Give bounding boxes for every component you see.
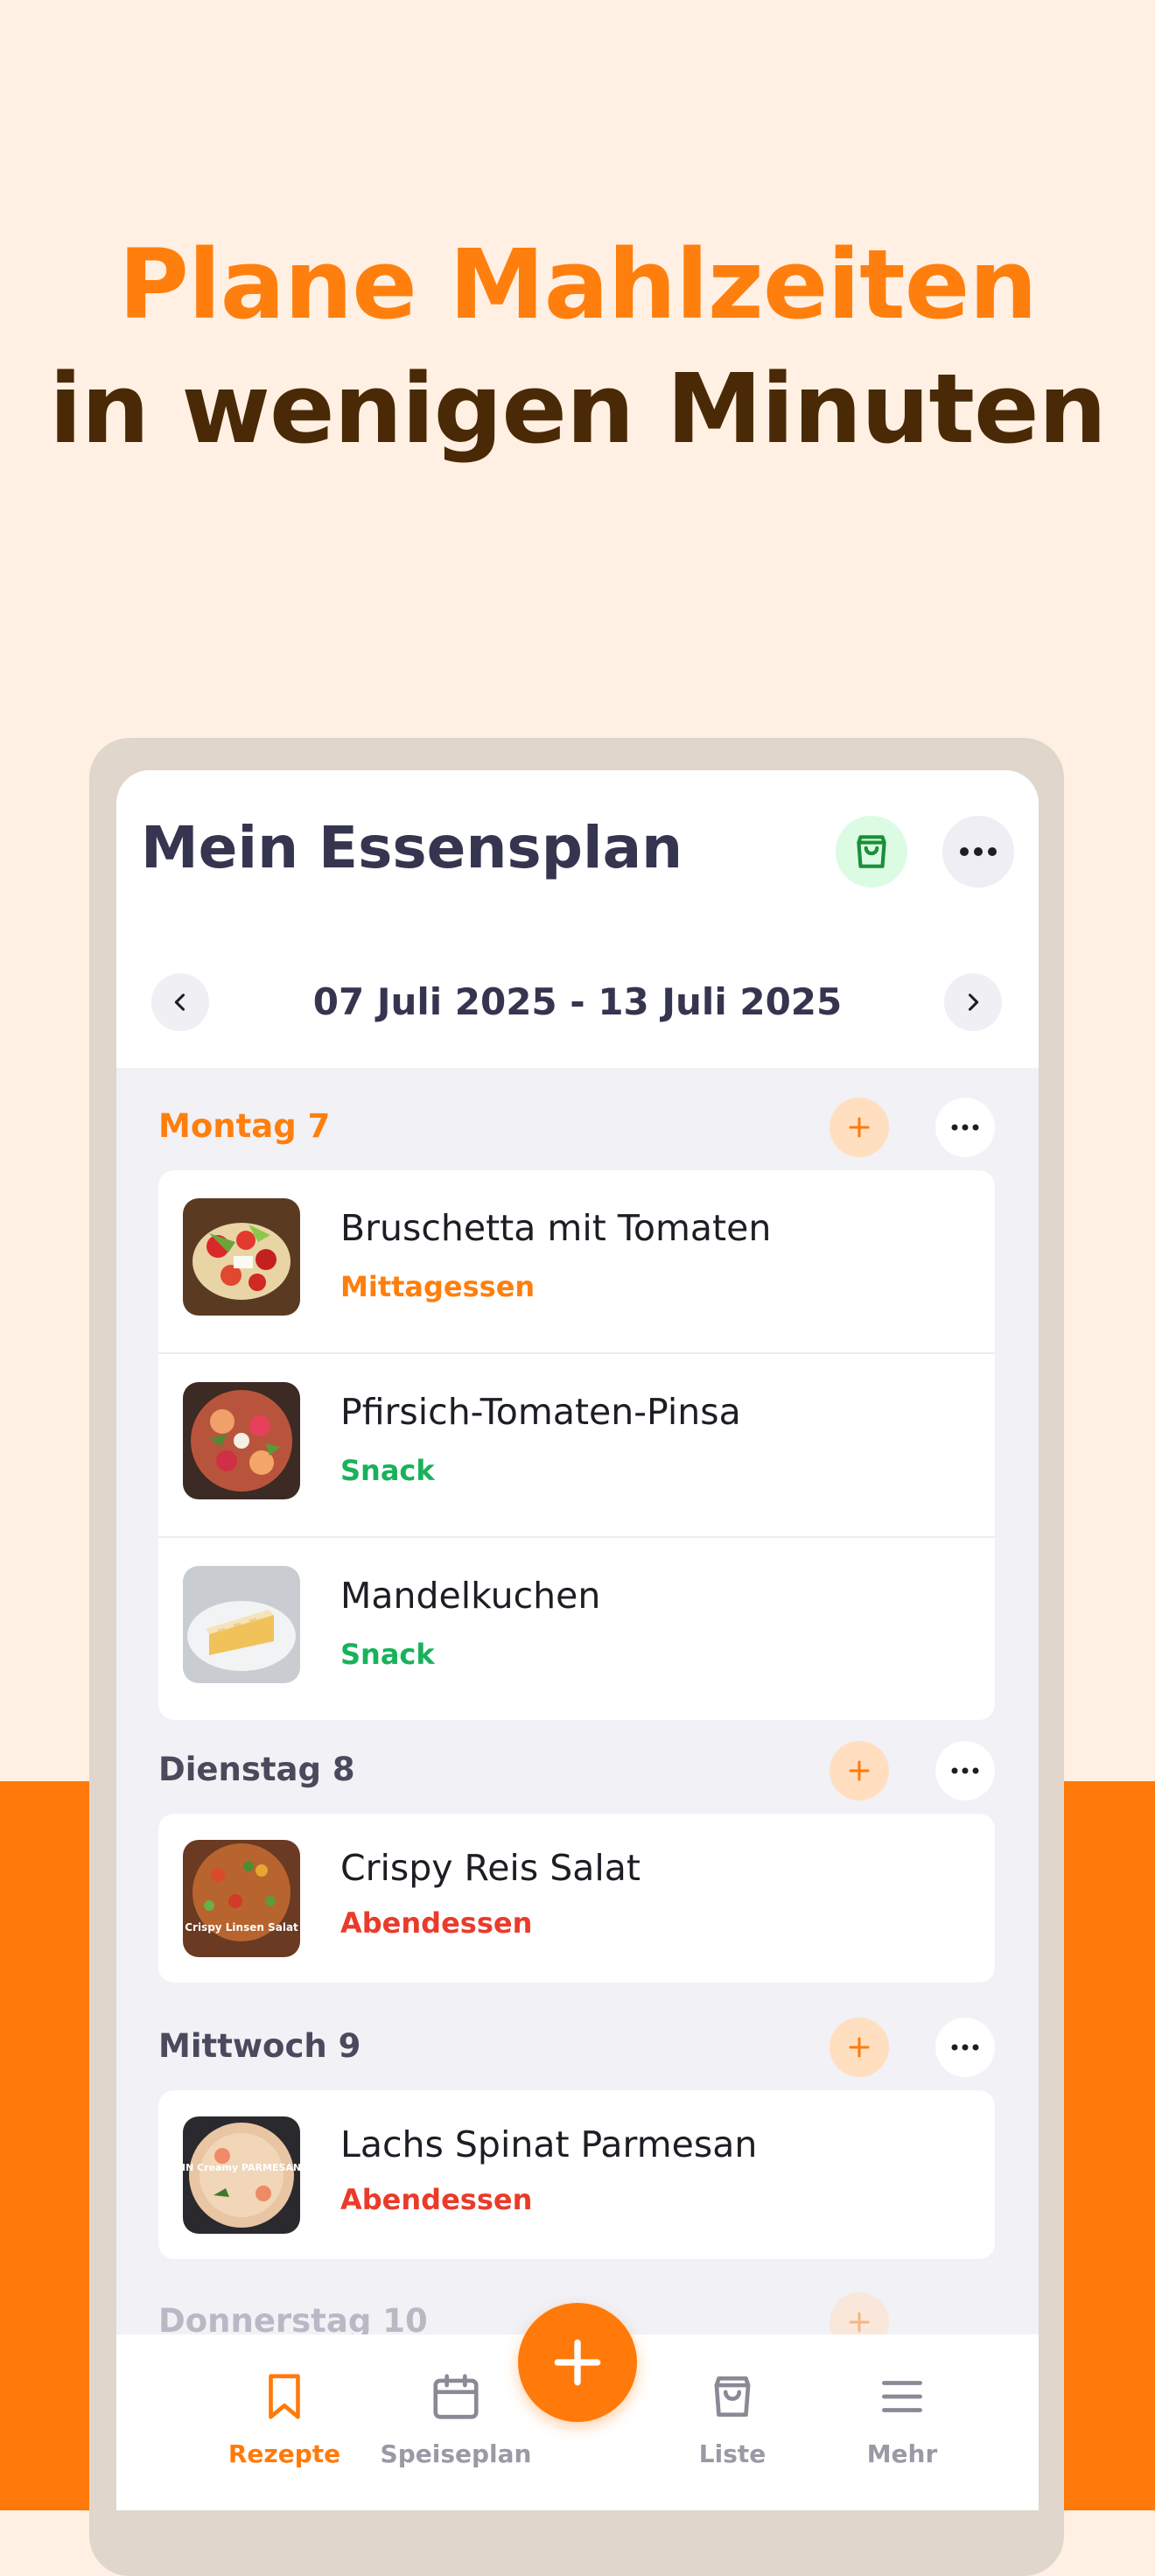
meal-thumbnail: LACHS IN Creamy PARMESAN SAUCE bbox=[183, 2116, 300, 2234]
meal-name: Bruschetta mit Tomaten bbox=[340, 1207, 772, 1249]
meal-type: Snack bbox=[340, 1638, 435, 1671]
shopping-bag-icon bbox=[857, 835, 886, 868]
ellipsis-icon bbox=[960, 847, 997, 856]
add-meal-button[interactable] bbox=[830, 1098, 889, 1157]
hero-headline: Plane Mahlzeiten in wenigen Minuten bbox=[0, 223, 1155, 473]
meal-item[interactable]: Mandelkuchen Snack bbox=[158, 1538, 995, 1720]
ellipsis-icon bbox=[951, 1767, 979, 1774]
meal-name: Mandelkuchen bbox=[340, 1575, 601, 1617]
next-week-button[interactable] bbox=[944, 973, 1002, 1031]
meal-card: Bruschetta mit Tomaten Mittagessen Pfirs… bbox=[158, 1170, 995, 1720]
tab-mehr[interactable]: Mehr bbox=[823, 2369, 981, 2468]
meal-card: LACHS IN Creamy PARMESAN SAUCE Lachs Spi… bbox=[158, 2090, 995, 2259]
day-header-mittwoch: Mittwoch 9 bbox=[158, 2027, 361, 2065]
meal-card: Crispy Linsen Salat Crispy Reis Salat Ab… bbox=[158, 1814, 995, 1983]
meal-type: Abendessen bbox=[340, 2183, 533, 2216]
tab-rezepte[interactable]: Rezepte bbox=[206, 2369, 363, 2468]
meal-name: Pfirsich-Tomaten-Pinsa bbox=[340, 1391, 741, 1433]
ellipsis-icon bbox=[951, 2044, 979, 2051]
shopping-list-button[interactable] bbox=[836, 816, 907, 888]
day-header-montag: Montag 7 bbox=[158, 1107, 331, 1145]
meal-thumbnail bbox=[183, 1198, 300, 1316]
meal-type: Snack bbox=[340, 1454, 435, 1487]
more-options-button[interactable] bbox=[942, 816, 1014, 888]
day-options-button[interactable] bbox=[935, 1741, 995, 1800]
meal-name: Lachs Spinat Parmesan bbox=[340, 2123, 758, 2165]
headline-line-1: Plane Mahlzeiten bbox=[118, 228, 1037, 340]
day-options-button[interactable] bbox=[935, 1098, 995, 1157]
tab-label: Speiseplan bbox=[380, 2439, 532, 2468]
tab-label: Liste bbox=[698, 2439, 766, 2468]
bottom-navigation: Rezepte Speiseplan Liste Mehr bbox=[116, 2303, 1039, 2510]
headline-line-2: in wenigen Minuten bbox=[49, 353, 1107, 465]
calendar-icon bbox=[433, 2374, 479, 2419]
svg-text:LACHS IN Creamy PARMESAN SAUCE: LACHS IN Creamy PARMESAN SAUCE bbox=[183, 2162, 300, 2173]
day-header-dienstag: Dienstag 8 bbox=[158, 1751, 355, 1788]
ellipsis-icon bbox=[951, 1124, 979, 1131]
plus-icon bbox=[849, 2037, 870, 2058]
week-range: 07 Juli 2025 - 13 Juli 2025 bbox=[312, 980, 843, 1023]
chevron-right-icon bbox=[968, 993, 979, 1011]
tab-label: Mehr bbox=[866, 2439, 938, 2468]
menu-icon bbox=[882, 2381, 922, 2412]
meal-item[interactable]: LACHS IN Creamy PARMESAN SAUCE Lachs Spi… bbox=[158, 2090, 995, 2259]
add-meal-button[interactable] bbox=[830, 2018, 889, 2077]
meal-type: Abendessen bbox=[340, 1906, 533, 1940]
tab-label: Rezepte bbox=[228, 2439, 341, 2468]
meal-name: Crispy Reis Salat bbox=[340, 1847, 640, 1889]
day-options-button[interactable] bbox=[935, 2018, 995, 2077]
add-fab-button[interactable] bbox=[518, 2303, 637, 2422]
meal-thumbnail: Crispy Linsen Salat bbox=[183, 1840, 300, 1957]
plus-icon bbox=[849, 2312, 870, 2333]
page-title: Mein Essensplan bbox=[141, 814, 683, 881]
meal-thumbnail bbox=[183, 1566, 300, 1683]
plus-icon bbox=[554, 2339, 601, 2386]
tab-speiseplan[interactable]: Speiseplan bbox=[377, 2369, 535, 2468]
tab-liste[interactable]: Liste bbox=[654, 2369, 811, 2468]
meal-item[interactable]: Pfirsich-Tomaten-Pinsa Snack bbox=[158, 1354, 995, 1538]
add-meal-button[interactable] bbox=[830, 1741, 889, 1800]
meal-type: Mittagessen bbox=[340, 1270, 536, 1303]
plus-icon bbox=[849, 1760, 870, 1781]
meal-item[interactable]: Crispy Linsen Salat Crispy Reis Salat Ab… bbox=[158, 1814, 995, 1983]
app-header: Mein Essensplan 07 Juli 2025 - 13 Juli 2… bbox=[116, 770, 1039, 1068]
meal-item[interactable]: Bruschetta mit Tomaten Mittagessen bbox=[158, 1170, 995, 1354]
plus-icon bbox=[849, 1117, 870, 1138]
app-screen: Mein Essensplan 07 Juli 2025 - 13 Juli 2… bbox=[116, 770, 1039, 2510]
bookmark-icon bbox=[269, 2374, 300, 2419]
shopping-bag-icon bbox=[714, 2376, 751, 2417]
meal-thumbnail bbox=[183, 1382, 300, 1499]
svg-text:Crispy Linsen Salat: Crispy Linsen Salat bbox=[185, 1921, 298, 1934]
